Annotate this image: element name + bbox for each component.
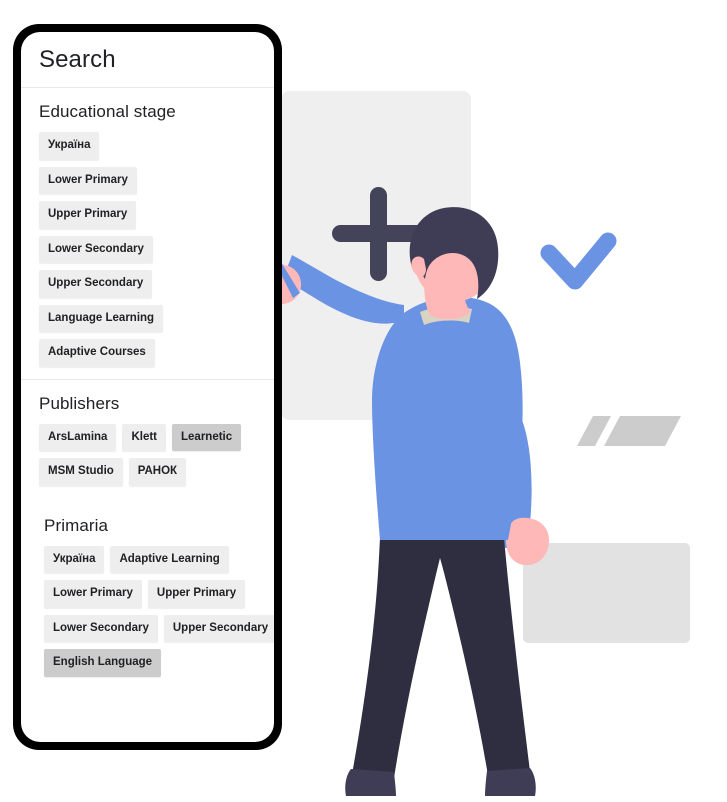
section-title-educational-stage: Educational stage [39, 102, 176, 121]
panel-body: Educational stage Україна Lower Primary … [21, 88, 274, 689]
check-mark-icon [540, 232, 617, 290]
chip-row: Lower Primary Upper Primary [44, 580, 274, 608]
chip-row: Lower Secondary Upper Secondary [44, 614, 274, 642]
chip-upper-primary[interactable]: Upper Primary [39, 201, 137, 229]
chip-primaria-lower-primary[interactable]: Lower Primary [44, 580, 142, 608]
chip-primaria-upper-secondary[interactable]: Upper Secondary [163, 614, 274, 642]
chip-row: Lower Primary [39, 166, 274, 194]
chip-lower-secondary[interactable]: Lower Secondary [39, 235, 153, 263]
chip-row: English Language [44, 649, 274, 677]
section-publishers: Publishers ArsLamina Klett Learnetic MSM… [21, 378, 274, 498]
chip-adaptive-courses[interactable]: Adaptive Courses [39, 339, 155, 367]
chip-primaria-lower-secondary[interactable]: Lower Secondary [44, 614, 158, 642]
chip-group-publishers: ArsLamina Klett Learnetic MSM Studio РАН… [39, 423, 274, 486]
chip-row: MSM Studio РАНОК [39, 458, 274, 486]
section-title-publishers: Publishers [39, 393, 120, 413]
chip-group-primaria: Україна Adaptive Learning Lower Primary … [39, 545, 274, 677]
chip-primaria-ukrayina[interactable]: Україна [44, 545, 105, 573]
device-frame: Search Educational stage Україна Lower P… [13, 24, 282, 750]
decorative-parallelograms [577, 416, 681, 446]
chip-arslamina[interactable]: ArsLamina [39, 423, 117, 451]
chip-msm-studio[interactable]: MSM Studio [39, 458, 123, 486]
chip-adaptive-learning[interactable]: Adaptive Learning [110, 545, 229, 573]
chip-row: Language Learning [39, 304, 274, 332]
chip-row: Upper Primary [39, 201, 274, 229]
chip-row: Lower Secondary [39, 235, 274, 263]
chip-language-learning[interactable]: Language Learning [39, 304, 164, 332]
chip-row: Upper Secondary [39, 270, 274, 298]
chip-primaria-upper-primary[interactable]: Upper Primary [147, 580, 246, 608]
decorative-gray-box [523, 543, 690, 643]
section-title-primaria: Primaria [44, 515, 109, 535]
chip-row: Україна [39, 132, 274, 160]
chip-ranok[interactable]: РАНОК [128, 458, 187, 486]
chip-learnetic[interactable]: Learnetic [172, 423, 242, 451]
page-title: Search [39, 45, 116, 73]
chip-upper-secondary[interactable]: Upper Secondary [39, 270, 153, 298]
chip-group-educational-stage: Україна Lower Primary Upper Primary Lowe… [39, 132, 274, 367]
search-panel: Search Educational stage Україна Lower P… [21, 32, 274, 742]
panel-header: Search [21, 32, 274, 88]
chip-lower-primary[interactable]: Lower Primary [39, 166, 137, 194]
chip-ukrayina[interactable]: Україна [39, 132, 100, 160]
chip-klett[interactable]: Klett [122, 423, 166, 451]
chip-english-language[interactable]: English Language [44, 649, 162, 677]
section-primaria: Primaria Україна Adaptive Learning Lower… [21, 498, 274, 689]
section-educational-stage: Educational stage Україна Lower Primary … [21, 88, 274, 379]
chip-row: Adaptive Courses [39, 339, 274, 367]
chip-row: Україна Adaptive Learning [44, 545, 274, 573]
chip-row: ArsLamina Klett Learnetic [39, 423, 274, 451]
